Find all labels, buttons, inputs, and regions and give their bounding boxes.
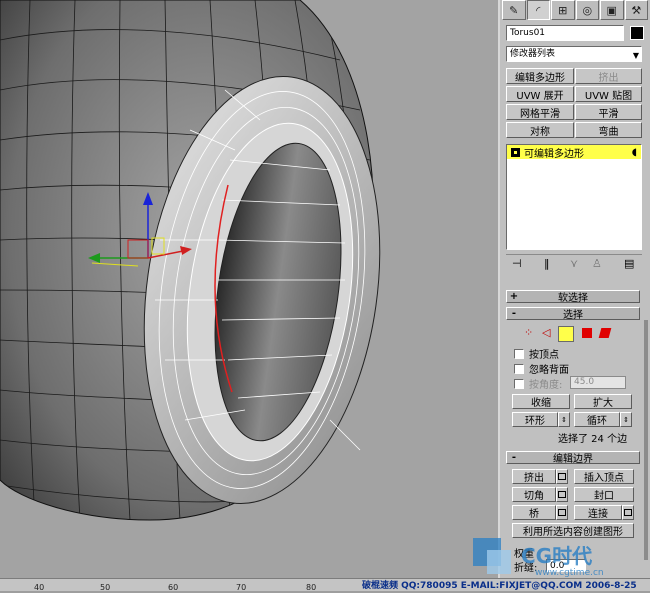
modify-icon: ◜ — [536, 3, 541, 17]
extrude-button[interactable]: 挤出 — [512, 469, 556, 484]
element-icon[interactable] — [598, 328, 612, 338]
bend-button[interactable]: 弯曲 — [575, 122, 642, 138]
configure-modifier-sets-icon[interactable]: ▤ — [624, 257, 634, 270]
object-name-field[interactable]: Torus01 — [506, 25, 624, 41]
create-tab[interactable]: ✎ — [502, 0, 526, 20]
stack-item-label: 可编辑多边形 — [524, 148, 584, 160]
uvw-unwrap-button[interactable]: UVW 展开 — [506, 86, 574, 102]
sub-object-edge-icon: ◖ — [631, 146, 637, 158]
by-angle-checkbox[interactable]: 按角度: — [514, 376, 562, 391]
settings-box-icon — [558, 491, 566, 498]
smooth-button[interactable]: 平滑 — [575, 104, 642, 120]
edit-borders-rollout[interactable]: - 编辑边界 — [506, 451, 640, 465]
subobject-level-buttons: ⁘ ◁ — [520, 325, 630, 342]
border-icon[interactable] — [558, 326, 574, 342]
ruler-tick: 40 — [34, 583, 45, 592]
checkbox-label: 按角度: — [529, 380, 563, 391]
ring-spinner[interactable]: ⇕ — [558, 412, 570, 427]
rollout-title: 选择 — [563, 310, 583, 321]
rollout-toggle: - — [511, 452, 517, 463]
edge-icon[interactable]: ◁ — [542, 326, 550, 339]
loop-spinner[interactable]: ⇕ — [620, 412, 632, 427]
display-icon: ▣ — [606, 3, 617, 17]
loop-button[interactable]: 循环 — [574, 412, 620, 427]
rollout-toggle: - — [511, 308, 517, 319]
extrude-modifier-button[interactable]: 挤出 — [575, 68, 642, 84]
command-panel-tabs: ✎ ◜ ⊞ ◎ ▣ ⚒ — [502, 0, 648, 20]
selection-status: 选择了 24 个边 — [558, 434, 628, 445]
stack-toolbar: ⊣ ‖ ⋎ ♙ ▤ — [506, 254, 642, 271]
utilities-tab[interactable]: ⚒ — [624, 0, 648, 20]
modifier-list-label: 修改器列表 — [510, 49, 556, 59]
watermark-url: www.cgtime.cn — [535, 568, 604, 578]
motion-tab[interactable]: ◎ — [575, 0, 599, 20]
chamfer-settings-button[interactable] — [556, 487, 568, 502]
ruler-tick: 70 — [236, 583, 247, 592]
hierarchy-icon: ⊞ — [558, 3, 568, 17]
utilities-icon: ⚒ — [631, 3, 642, 17]
chevron-down-icon: ▼ — [632, 51, 639, 60]
vertex-icon[interactable]: ⁘ — [524, 326, 533, 339]
chamfer-button[interactable]: 切角 — [512, 487, 556, 502]
checkbox-label: 按顶点 — [529, 350, 559, 361]
ring-button[interactable]: 环形 — [512, 412, 558, 427]
viewport-canvas[interactable] — [0, 0, 498, 578]
bridge-settings-button[interactable] — [556, 505, 568, 520]
command-panel: ✎ ◜ ⊞ ◎ ▣ ⚒ Torus01 修改器列表 ▼ 编辑多边形 挤出 UVW… — [498, 0, 650, 578]
create-icon: ✎ — [509, 3, 519, 17]
grow-button[interactable]: 扩大 — [574, 394, 632, 409]
motion-icon: ◎ — [582, 3, 593, 17]
ruler-tick: 60 — [168, 583, 179, 592]
settings-box-icon — [624, 509, 632, 516]
watermark-title: CG时代 — [521, 544, 593, 568]
watermark-logo: CG时代 www.cgtime.cn — [465, 532, 650, 590]
bridge-button[interactable]: 桥 — [512, 505, 556, 520]
remove-modifier-icon[interactable]: ♙ — [592, 257, 602, 270]
modify-tab[interactable]: ◜ — [526, 0, 550, 20]
uvw-map-button[interactable]: UVW 贴图 — [575, 86, 642, 102]
connect-settings-button[interactable] — [622, 505, 634, 520]
shrink-button[interactable]: 收缩 — [512, 394, 570, 409]
modifier-list-dropdown[interactable]: 修改器列表 ▼ — [506, 46, 642, 62]
panel-scrollbar[interactable] — [644, 320, 648, 560]
cap-button[interactable]: 封口 — [574, 487, 634, 502]
perspective-viewport[interactable] — [0, 0, 498, 578]
rollout-title: 软选择 — [558, 293, 588, 304]
by-vertex-checkbox[interactable]: 按顶点 — [514, 346, 559, 361]
modifier-stack[interactable]: 可编辑多边形 ◖ — [506, 144, 642, 250]
show-end-result-icon[interactable]: ‖ — [544, 257, 550, 270]
expand-icon[interactable] — [511, 147, 520, 157]
meshsmooth-button[interactable]: 网格平滑 — [506, 104, 574, 120]
rollout-title: 编辑边界 — [553, 454, 593, 465]
insert-vertex-button[interactable]: 插入顶点 — [574, 469, 634, 484]
angle-spinner[interactable]: 45.0 — [570, 376, 626, 389]
soft-selection-rollout[interactable]: + 软选择 — [506, 290, 640, 304]
pin-stack-icon[interactable]: ⊣ — [512, 257, 522, 270]
rollout-toggle: + — [509, 291, 519, 302]
selection-rollout[interactable]: - 选择 — [506, 307, 640, 321]
stack-item-editable-poly[interactable]: 可编辑多边形 ◖ — [507, 145, 641, 160]
object-color-swatch[interactable] — [630, 26, 644, 40]
ignore-backfacing-checkbox[interactable]: 忽略背面 — [514, 361, 569, 376]
connect-button[interactable]: 连接 — [574, 505, 622, 520]
display-tab[interactable]: ▣ — [600, 0, 624, 20]
settings-box-icon — [558, 509, 566, 516]
ruler-tick: 80 — [306, 583, 317, 592]
settings-box-icon — [558, 473, 566, 480]
symmetry-button[interactable]: 对称 — [506, 122, 574, 138]
checkbox-label: 忽略背面 — [529, 365, 569, 376]
polygon-icon[interactable] — [582, 328, 592, 338]
edit-poly-button[interactable]: 编辑多边形 — [506, 68, 574, 84]
make-unique-icon[interactable]: ⋎ — [570, 257, 578, 270]
extrude-settings-button[interactable] — [556, 469, 568, 484]
ruler-tick: 50 — [100, 583, 111, 592]
hierarchy-tab[interactable]: ⊞ — [551, 0, 575, 20]
